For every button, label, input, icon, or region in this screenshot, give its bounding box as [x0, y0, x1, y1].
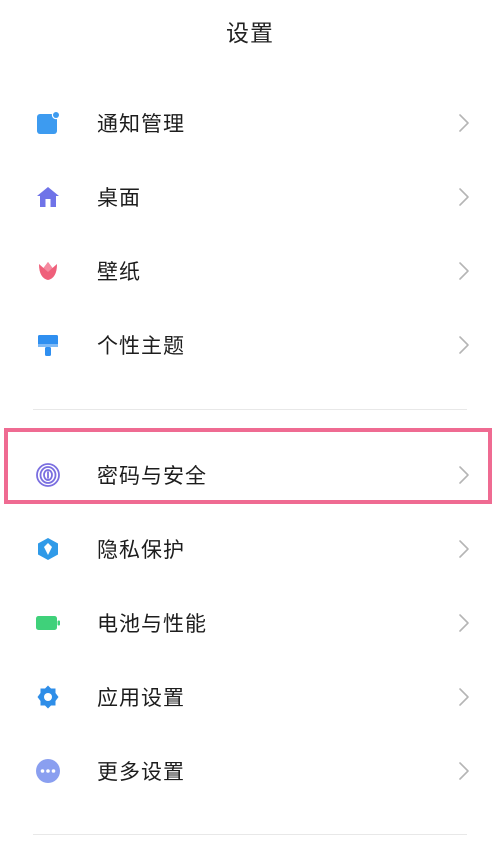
- settings-item-label: 电池与性能: [97, 612, 207, 636]
- chevron-right-icon: [458, 687, 470, 707]
- chevron-right-icon: [458, 761, 470, 781]
- settings-group-system: 密码与安全 隐私保护 电池与性能 应用设置 更多设置: [0, 438, 500, 808]
- settings-item-privacy[interactable]: 隐私保护: [0, 512, 500, 586]
- settings-item-battery[interactable]: 电池与性能: [0, 586, 500, 660]
- settings-item-label: 通知管理: [97, 112, 185, 136]
- tulip-icon: [35, 258, 61, 284]
- paint-brush-icon: [35, 332, 61, 358]
- chevron-right-icon: [458, 187, 470, 207]
- home-icon: [35, 184, 61, 210]
- chevron-right-icon: [458, 539, 470, 559]
- settings-item-label: 壁纸: [97, 260, 141, 284]
- battery-icon: [35, 610, 61, 636]
- settings-item-label: 密码与安全: [97, 464, 207, 488]
- notification-icon: [35, 110, 61, 136]
- settings-item-more-settings[interactable]: 更多设置: [0, 734, 500, 808]
- gear-icon: [35, 684, 61, 710]
- page-title: 设置: [226, 21, 274, 47]
- section-divider: [33, 409, 467, 410]
- settings-item-app-settings[interactable]: 应用设置: [0, 660, 500, 734]
- settings-item-label: 应用设置: [97, 686, 185, 710]
- settings-item-notifications[interactable]: 通知管理: [0, 86, 500, 160]
- fingerprint-icon: [35, 462, 61, 488]
- settings-item-wallpaper[interactable]: 壁纸: [0, 234, 500, 308]
- settings-item-desktop[interactable]: 桌面: [0, 160, 500, 234]
- settings-item-label: 个性主题: [97, 334, 185, 358]
- chevron-right-icon: [458, 613, 470, 633]
- section-divider: [33, 834, 467, 835]
- settings-group-personalization: 通知管理 桌面 壁纸 个性主题: [0, 86, 500, 382]
- chevron-right-icon: [458, 261, 470, 281]
- settings-item-password-security[interactable]: 密码与安全: [0, 438, 500, 512]
- privacy-shield-icon: [35, 536, 61, 562]
- chevron-right-icon: [458, 335, 470, 355]
- settings-item-label: 更多设置: [97, 760, 185, 784]
- more-icon: [35, 758, 61, 784]
- settings-item-themes[interactable]: 个性主题: [0, 308, 500, 382]
- chevron-right-icon: [458, 465, 470, 485]
- settings-item-label: 隐私保护: [97, 538, 185, 562]
- settings-item-label: 桌面: [97, 186, 141, 210]
- chevron-right-icon: [458, 113, 470, 133]
